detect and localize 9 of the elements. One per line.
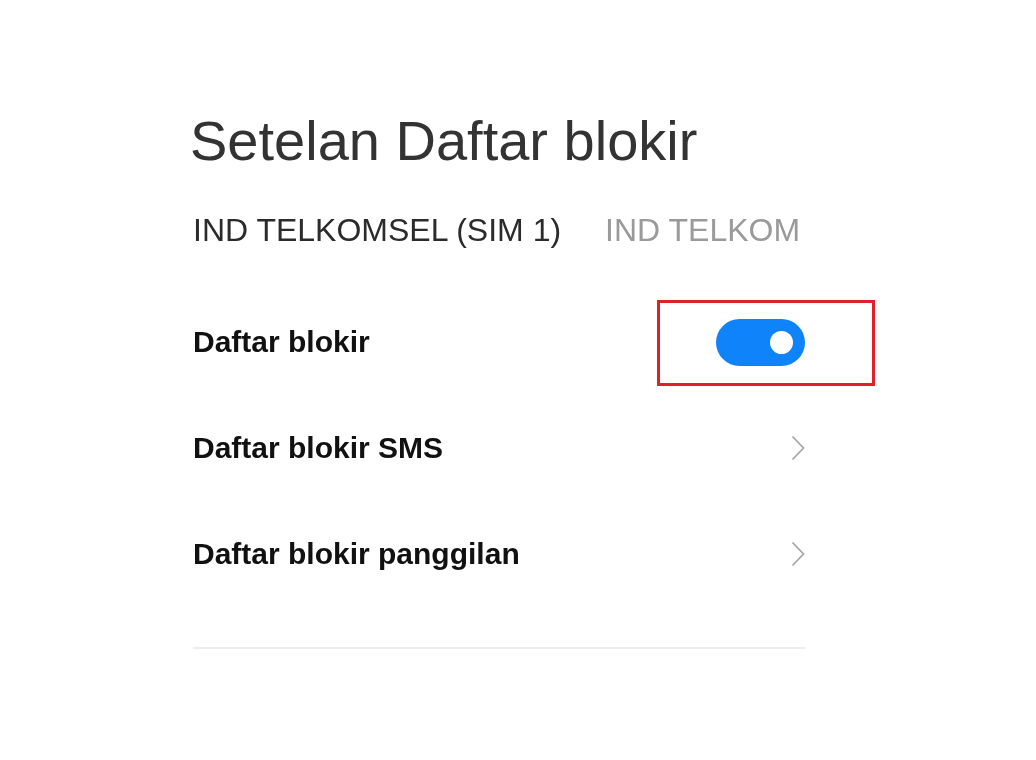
chevron-icon[interactable]	[791, 541, 805, 567]
toggle-switch[interactable]	[716, 318, 805, 366]
page-title: Setelan Daftar blokir	[190, 108, 698, 174]
toggle-thumb	[770, 330, 793, 354]
setting-label: Daftar blokir panggilan	[193, 536, 520, 572]
setting-label: Daftar blokir	[193, 324, 370, 360]
chevron-icon[interactable]	[791, 435, 805, 461]
sim-tab[interactable]: IND TELKOMSEL (SIM 1)	[193, 208, 562, 252]
setting-label: Daftar blokir SMS	[193, 430, 444, 466]
